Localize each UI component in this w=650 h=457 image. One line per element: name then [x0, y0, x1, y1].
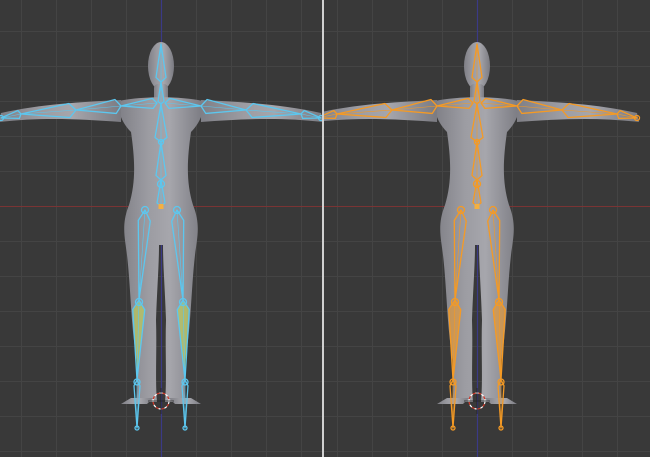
viewport-left[interactable]	[0, 0, 322, 457]
viewport-left-canvas[interactable]	[0, 0, 322, 457]
object-origin	[474, 204, 480, 209]
object-origin	[158, 204, 164, 209]
viewport-right-canvas[interactable]	[324, 0, 650, 457]
viewport-right[interactable]	[324, 0, 650, 457]
